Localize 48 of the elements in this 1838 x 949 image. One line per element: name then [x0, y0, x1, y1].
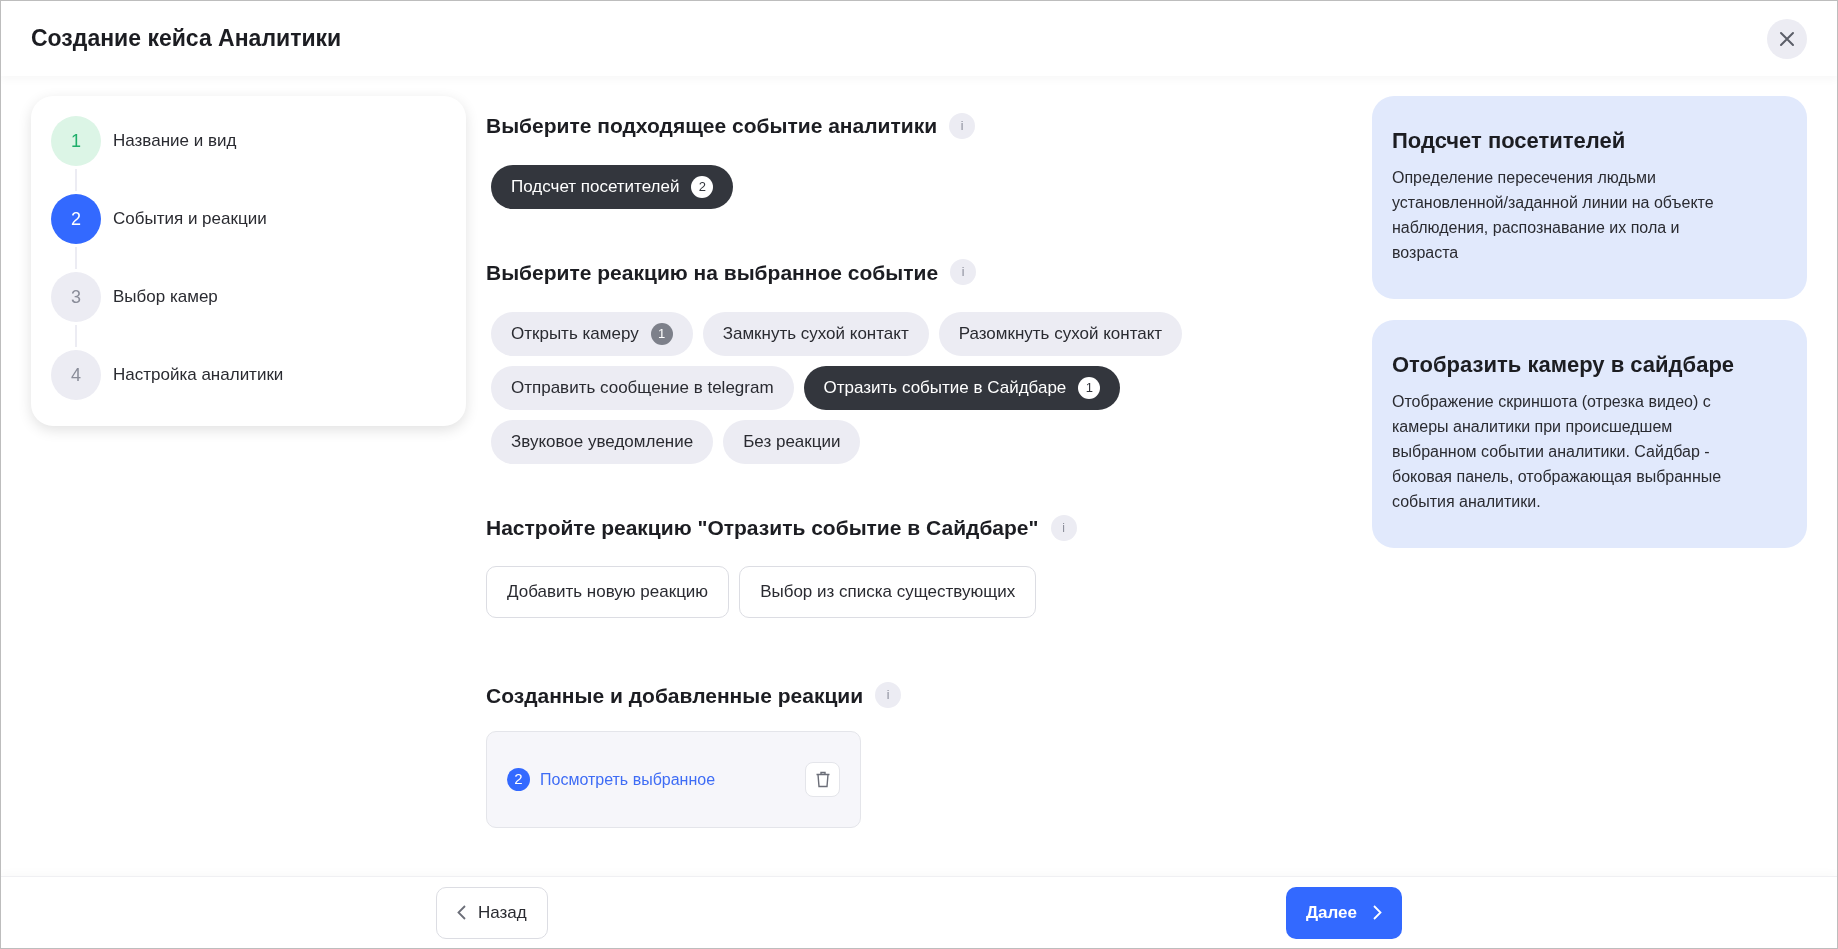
reaction-option-button[interactable]: Выбор из списка существующих — [739, 565, 1037, 618]
count-badge: 2 — [691, 175, 714, 198]
view-selected-link[interactable]: Посмотреть выбранное — [540, 767, 716, 792]
step-label[interactable]: Настройка аналитики — [113, 362, 284, 388]
step-label[interactable]: Выбор камер — [113, 284, 218, 310]
chip-label: Замкнуть сухой контакт — [722, 323, 909, 346]
option-chip[interactable]: Без реакции — [723, 420, 861, 464]
step-number: 4 — [51, 350, 101, 400]
option-chip[interactable]: Подсчет посетителей 2 — [491, 164, 734, 209]
chip-label: Открыть камеру — [511, 323, 639, 346]
step-label[interactable]: События и реакции — [113, 206, 267, 232]
count-badge: 1 — [650, 323, 673, 345]
info-card-text: Отображение скриншота (отрезка видео) с камеры аналитики при происшедшем выбранном событии аналитики. Сайдбар - боковая панель, отображающая выбранные события аналитики. — [1392, 392, 1723, 512]
back-button[interactable]: Назад — [436, 886, 548, 939]
section-heading: Выберите подходящее событие аналитики — [486, 113, 938, 139]
step-label[interactable]: Название и вид — [113, 128, 237, 154]
step-number: 1 — [51, 116, 101, 166]
chip-label: Отправить сообщение в telegram — [511, 377, 774, 400]
option-chip[interactable]: Замкнуть сухой контакт — [702, 312, 929, 356]
trash-icon — [814, 771, 831, 788]
window-title: Создание кейса Аналитики — [31, 24, 342, 54]
chip-label: Подсчет посетителей — [511, 175, 680, 198]
section-heading: Созданные и добавленные реакции — [486, 682, 864, 709]
option-chip[interactable]: Отправить сообщение в telegram — [491, 366, 794, 410]
step-number: 2 — [51, 194, 101, 244]
chip-label: Звуковое уведомление — [511, 431, 694, 454]
delete-button[interactable] — [805, 762, 840, 797]
info-card-text: Определение пересечения людьми установленной/заданной линии на объекте наблюдения, распознавание их пола и возраста — [1392, 168, 1715, 263]
section-heading: Настройте реакцию "Отразить событие в Сайдбаре" — [486, 515, 1039, 541]
count-badge: 1 — [1078, 377, 1101, 399]
chip-label: Отразить событие в Сайдбаре — [823, 377, 1067, 400]
next-button[interactable]: Далее — [1285, 886, 1402, 939]
count-badge: 2 — [507, 768, 530, 791]
chip-label: Без реакции — [743, 431, 841, 454]
chip-label: Разомкнуть сухой контакт — [958, 323, 1163, 346]
step-number: 3 — [51, 272, 101, 322]
section-heading: Выберите реакцию на выбранное событие — [486, 259, 939, 286]
option-chip[interactable]: Открыть камеру 1 — [491, 312, 693, 356]
chevron-right-icon — [1373, 905, 1382, 920]
option-chip[interactable]: Отразить событие в Сайдбаре 1 — [803, 366, 1121, 410]
reaction-option-button[interactable]: Добавить новую реакцию — [486, 565, 730, 618]
option-chip[interactable]: Звуковое уведомление — [491, 420, 714, 464]
info-card-title: Подсчет посетителей — [1392, 127, 1627, 155]
option-chip[interactable]: Разомкнуть сухой контакт — [938, 312, 1183, 356]
chevron-left-icon — [457, 905, 466, 920]
close-icon — [1779, 30, 1795, 47]
close-button[interactable] — [1767, 18, 1807, 59]
info-card-title: Отобразить камеру в сайдбаре — [1392, 351, 1736, 379]
